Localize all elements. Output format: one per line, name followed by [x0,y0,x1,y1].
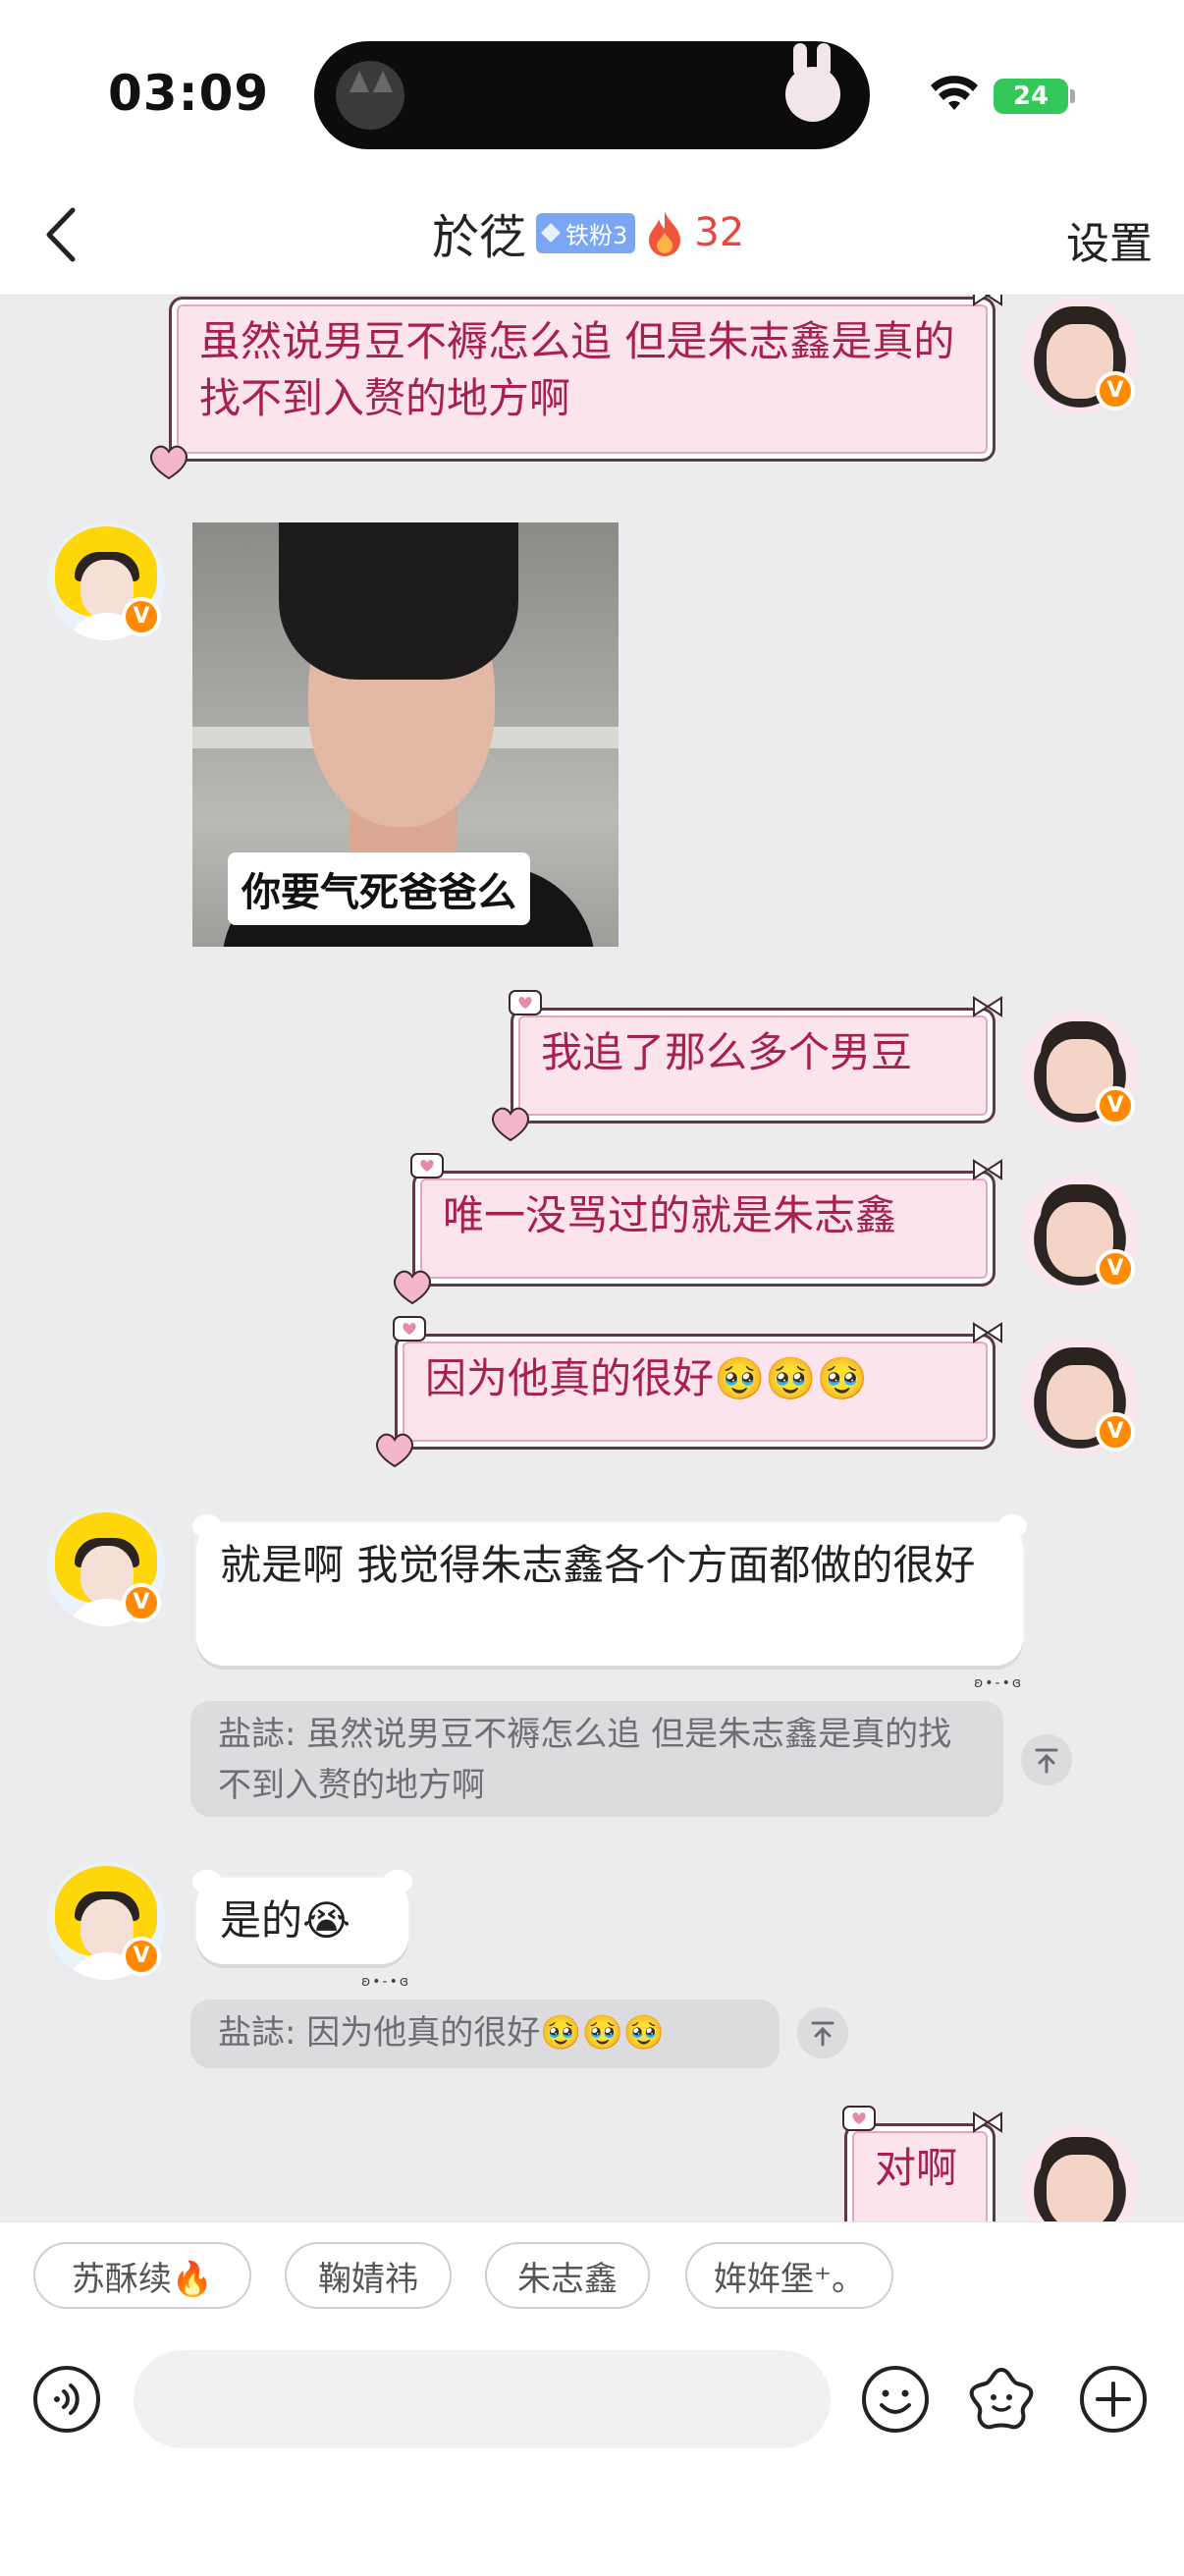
message-bubble-received[interactable]: 是的😭 [192,1870,412,1964]
message-bubble-sent[interactable]: 我追了那么多个男豆 [492,990,1002,1142]
flame-icon [649,211,681,256]
battery-tip [1070,89,1075,103]
message-text: 就是啊 我觉得朱志鑫各个方面都做的很好 [220,1541,976,1589]
bubble-decoration: ʚ•-•ɞ [974,1675,1024,1691]
wolf-icon [336,61,404,130]
verified-badge-icon: V [1096,371,1135,411]
message-text: 我追了那么多个男豆 [541,1028,913,1076]
quick-reply-chip[interactable]: 苏酥续🔥 [33,2242,251,2309]
status-bar: 03:09 24 [0,0,1184,177]
quoted-message[interactable]: 盐誌: 因为他真的很好🥹🥹🥹 [190,2000,780,2068]
message-bubble-sent[interactable]: 因为他真的很好🥹🥹🥹 [376,1316,1002,1468]
fan-level-label: 铁粉3 [565,221,628,249]
message-bubble-sent[interactable]: 唯一没骂过的就是朱志鑫 [394,1153,1002,1305]
bow-decoration-icon [973,295,1002,306]
bunny-icon [785,43,840,122]
message-bubble-sent[interactable]: 虽然说男豆不褥怎么追 但是朱志鑫是真的找不到入赘的地方啊 [150,295,1002,480]
quoted-text: 盐誌: 因为他真的很好🥹🥹🥹 [218,2013,666,2053]
plus-icon[interactable] [1078,2364,1149,2435]
verified-badge-icon: V [122,1937,161,1976]
verified-badge-icon: V [1096,1249,1135,1288]
message-input[interactable] [134,2350,831,2448]
message-text: 因为他真的很好🥹🥹🥹 [425,1354,868,1402]
fan-level-badge: 铁粉3 [536,212,636,253]
quoted-text: 盐誌: 虽然说男豆不褥怎么追 但是朱志鑫是真的找不到入赘的地方啊 [218,1715,952,1805]
heart-decoration-icon [394,1270,431,1305]
voice-icon[interactable] [31,2364,102,2435]
quick-reply-chip[interactable]: 姩姩堡⁺。 [685,2242,893,2309]
quick-reply-chip[interactable]: 朱志鑫 [485,2242,650,2309]
message-text: 对啊 [875,2144,958,2192]
dynamic-island [314,41,870,149]
image-caption: 你要气死爸爸么 [228,852,530,925]
message-text: 是的😭 [220,1896,351,1945]
back-icon[interactable] [29,200,98,269]
message-text: 唯一没骂过的就是朱志鑫 [443,1191,897,1239]
chat-header: 於徔 铁粉3 32 设置 [0,177,1184,296]
message-bubble-received[interactable]: 就是啊 我觉得朱志鑫各个方面都做的很好 [192,1514,1027,1666]
heart-tag-icon [393,1316,426,1342]
input-area: 苏酥续🔥 鞠婧祎 朱志鑫 姩姩堡⁺。 [0,2221,1184,2576]
bow-decoration-icon [973,996,1002,1017]
heart-decoration-icon [150,445,188,480]
bow-decoration-icon [973,1159,1002,1180]
pin-top-icon[interactable] [797,2007,848,2058]
status-time: 03:09 [108,65,270,122]
heart-decoration-icon [492,1107,529,1142]
heart-tag-icon [842,2106,876,2131]
streak-count: 32 [694,210,745,255]
my-avatar[interactable] [1021,2127,1139,2221]
message-text: 虽然说男豆不褥怎么追 但是朱志鑫是真的找不到入赘的地方啊 [199,317,955,422]
heart-tag-icon [410,1153,444,1178]
emoji-icon[interactable] [860,2364,931,2435]
bow-decoration-icon [973,2111,1002,2133]
message-bubble-sent[interactable]: 对啊 [842,2106,1002,2221]
chat-title: 於徔 [432,210,527,265]
battery-indicator: 24 [994,79,1068,114]
diamond-icon [541,223,561,243]
heart-decoration-icon [376,1433,413,1468]
message-list[interactable]: 虽然说男豆不褥怎么追 但是朱志鑫是真的找不到入赘的地方啊 V V 你要气死爸爸么… [0,295,1184,2221]
heart-tag-icon [509,990,542,1015]
verified-badge-icon: V [1096,1086,1135,1125]
quoted-message[interactable]: 盐誌: 虽然说男豆不褥怎么追 但是朱志鑫是真的找不到入赘的地方啊 [190,1701,1003,1817]
wifi-icon [931,76,978,110]
chat-title-group[interactable]: 於徔 铁粉3 32 [432,198,744,267]
bubble-decoration: ʚ•-•ɞ [361,1974,411,1990]
bow-decoration-icon [973,1322,1002,1343]
verified-badge-icon: V [122,1583,161,1622]
quick-reply-chip[interactable]: 鞠婧祎 [285,2242,452,2309]
pin-top-icon[interactable] [1021,1734,1072,1785]
verified-badge-icon: V [1096,1412,1135,1452]
sticker-icon[interactable] [966,2364,1037,2435]
settings-button[interactable]: 设置 [1066,208,1153,271]
verified-badge-icon: V [122,597,161,636]
sticker-image[interactable]: 你要气死爸爸么 [192,522,619,947]
